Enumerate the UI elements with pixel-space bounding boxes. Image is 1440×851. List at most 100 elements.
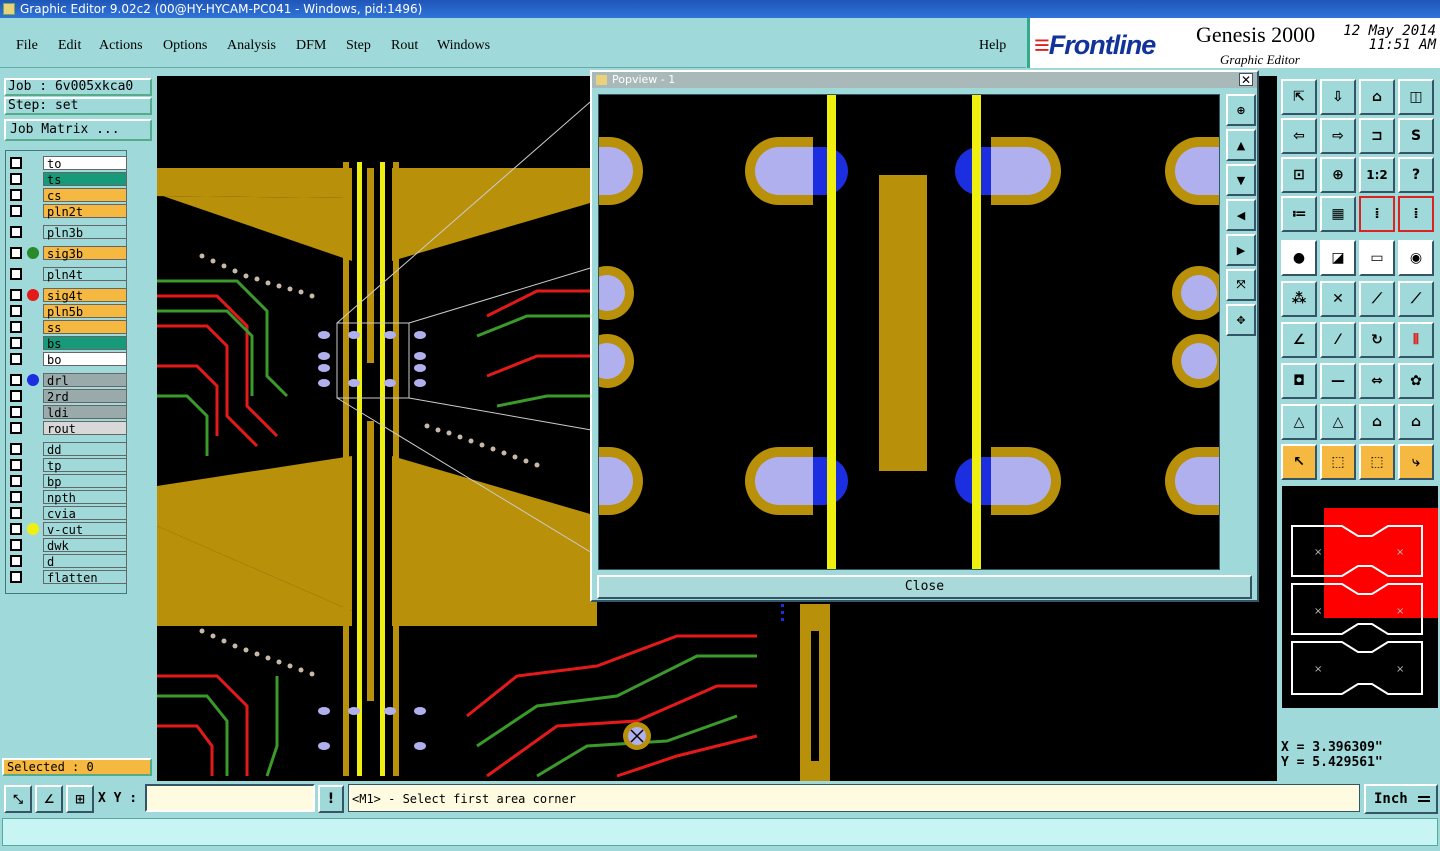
layer-row-vcut[interactable]: v-cut — [6, 521, 128, 537]
layer-row-flatten[interactable]: flatten — [6, 569, 128, 585]
popview-fit-icon[interactable]: ⤧ — [1226, 269, 1256, 301]
menu-options[interactable]: Options — [163, 38, 207, 54]
pan-left-icon[interactable]: ⇦ — [1281, 118, 1317, 154]
layer-checkbox[interactable] — [10, 442, 22, 455]
command-line[interactable] — [2, 818, 1438, 846]
triangle-blue-icon[interactable]: △ — [1320, 404, 1356, 440]
layer-row-pln5b[interactable]: pln5b — [6, 303, 128, 319]
measure-icon[interactable]: ◪ — [1320, 240, 1356, 276]
layer-name[interactable]: d — [43, 553, 127, 569]
snap-point-icon[interactable]: ◉ — [1398, 240, 1434, 276]
angle-icon[interactable]: ∠ — [1281, 322, 1317, 358]
layer-checkbox[interactable] — [10, 204, 22, 217]
layer-checkbox[interactable] — [10, 405, 22, 418]
layer-name[interactable]: dwk — [43, 537, 127, 553]
snap-icon[interactable]: S — [1398, 118, 1434, 154]
layer-checkbox[interactable] — [10, 267, 22, 280]
zoom-area-icon[interactable]: ⤡ — [4, 785, 32, 813]
menu-actions[interactable]: Actions — [99, 38, 143, 54]
feature-select-icon[interactable]: ● — [1281, 240, 1317, 276]
zoom-fit-icon[interactable]: ⊡ — [1281, 157, 1317, 193]
layer-row-cs[interactable]: cs — [6, 187, 128, 203]
flip-icon[interactable]: ⫴ — [1398, 322, 1434, 358]
measure-tool-icon[interactable]: ∠ — [35, 785, 63, 813]
layer-display-icon[interactable]: ⁞ — [1398, 196, 1434, 232]
layer-checkbox[interactable] — [10, 352, 22, 365]
layer-checkbox[interactable] — [10, 474, 22, 487]
layer-name[interactable]: ldi — [43, 404, 127, 420]
menu-edit[interactable]: Edit — [58, 38, 81, 54]
layer-row-d[interactable]: d — [6, 553, 128, 569]
layer-row-tp[interactable]: tp — [6, 457, 128, 473]
popview-page-up-icon[interactable]: ▲ — [1226, 129, 1256, 161]
alert-icon[interactable]: ! — [318, 785, 344, 813]
pointer-icon[interactable]: ↖ — [1281, 444, 1317, 480]
popview-page-right-icon[interactable]: ▶ — [1226, 234, 1256, 266]
zoom-down-icon[interactable]: ⇩ — [1320, 79, 1356, 115]
layer-row-pln4t[interactable]: pln4t — [6, 266, 128, 282]
layer-checkbox[interactable] — [10, 570, 22, 583]
layer-checkbox[interactable] — [10, 156, 22, 169]
triangle-icon[interactable]: △ — [1281, 404, 1317, 440]
layer-checkbox[interactable] — [10, 421, 22, 434]
route-icon[interactable]: ⤷ — [1398, 444, 1434, 480]
layer-name[interactable]: drl — [43, 372, 127, 388]
net-icon[interactable]: ⁂ — [1281, 281, 1317, 317]
layer-name[interactable]: pln2t — [43, 203, 127, 219]
layer-name[interactable]: pln3b — [43, 224, 127, 240]
line-icon[interactable]: ⟋ — [1359, 281, 1395, 317]
menu-windows[interactable]: Windows — [437, 38, 490, 54]
layer-name[interactable]: rout — [43, 420, 127, 436]
unit-selector[interactable]: Inch — [1364, 784, 1438, 814]
layer-name[interactable]: bs — [43, 335, 127, 351]
popview-home-icon[interactable]: ✥ — [1226, 304, 1256, 336]
menu-help[interactable]: Help — [979, 38, 1006, 54]
popview-canvas[interactable] — [598, 94, 1220, 570]
layer-row-cvia[interactable]: cvia — [6, 505, 128, 521]
menu-rout[interactable]: Rout — [391, 38, 418, 54]
layer-row-rout[interactable]: rout — [6, 420, 128, 436]
layer-row-ss[interactable]: ss — [6, 319, 128, 335]
layer-row-2rd[interactable]: 2rd — [6, 388, 128, 404]
popview-close-icon[interactable]: ✕ — [1239, 73, 1253, 86]
layer-name[interactable]: v-cut — [43, 521, 127, 537]
minimap[interactable]: × × × × × × — [1282, 486, 1438, 708]
layer-checkbox[interactable] — [10, 225, 22, 238]
home-icon[interactable]: ⌂ — [1359, 79, 1395, 115]
window-titlebar[interactable]: Graphic Editor 9.02c2 (00@HY-HYCAM-PC041… — [0, 0, 1440, 18]
layer-name[interactable]: npth — [43, 489, 127, 505]
menu-step[interactable]: Step — [346, 38, 371, 54]
layer-row-ldi[interactable]: ldi — [6, 404, 128, 420]
popview-window[interactable]: Popview - 1 ✕ ⊕ ▲ ▼ ◀ ▶ ⤧ ✥ Close — [590, 70, 1259, 602]
ruler-icon[interactable]: ▭ — [1359, 240, 1395, 276]
layer-name[interactable]: pln5b — [43, 303, 127, 319]
popview-titlebar[interactable]: Popview - 1 ✕ — [592, 72, 1257, 88]
layer-checkbox[interactable] — [10, 188, 22, 201]
zoom-home-icon[interactable]: ⇱ — [1281, 79, 1317, 115]
layer-row-bs[interactable]: bs — [6, 335, 128, 351]
layer-config-icon[interactable]: ⁞ — [1359, 196, 1395, 232]
menu-analysis[interactable]: Analysis — [227, 38, 276, 54]
ratio-icon[interactable]: 1:2 — [1359, 157, 1395, 193]
layer-checkbox[interactable] — [10, 490, 22, 503]
popview-zoom-in-icon[interactable]: ⊕ — [1226, 94, 1256, 126]
layer-checkbox[interactable] — [10, 304, 22, 317]
layer-row-to[interactable]: to — [6, 155, 128, 171]
job-matrix-button[interactable]: Job Matrix ... — [4, 119, 152, 141]
layer-name[interactable]: bo — [43, 351, 127, 367]
mirror-icon[interactable]: ⊐ — [1359, 118, 1395, 154]
layer-name[interactable]: ts — [43, 171, 127, 187]
settings-icon[interactable]: ≔ — [1281, 196, 1317, 232]
slash-icon[interactable]: ⁄ — [1320, 322, 1356, 358]
grid-icon[interactable]: ▦ — [1320, 196, 1356, 232]
layer-name[interactable]: sig4t — [43, 287, 127, 303]
layer-checkbox[interactable] — [10, 373, 22, 386]
layer-checkbox[interactable] — [10, 506, 22, 519]
arrow-line-icon[interactable]: ⟋ — [1398, 281, 1434, 317]
dimension-icon[interactable]: ⇔ — [1359, 363, 1395, 399]
layer-name[interactable]: ss — [43, 319, 127, 335]
popview-page-down-icon[interactable]: ▼ — [1226, 164, 1256, 196]
xy-input[interactable] — [145, 784, 315, 812]
layer-name[interactable]: dd — [43, 441, 127, 457]
layer-checkbox[interactable] — [10, 172, 22, 185]
